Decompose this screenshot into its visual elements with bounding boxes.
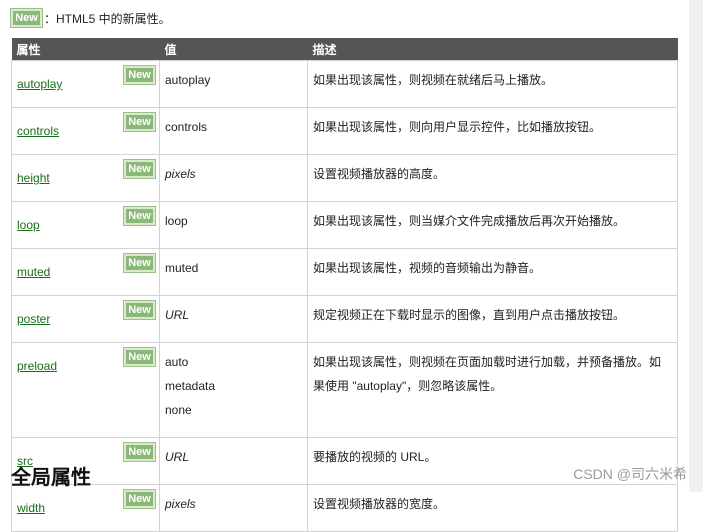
table-row: poster New URL 规定视频正在下载时显示的图像，直到用户点击播放按钮。 — [11, 295, 678, 343]
new-badge: New — [123, 206, 156, 226]
attribute-cell: muted New — [11, 248, 160, 296]
attribute-link-preload[interactable]: preload — [17, 359, 57, 373]
description-cell: 如果出现该属性，则向用户显示控件，比如播放按钮。 — [307, 107, 678, 155]
scrollbar-track[interactable] — [689, 0, 703, 492]
table-row: preload New auto metadata none 如果出现该属性，则视频在页面… — [11, 342, 678, 438]
table-row: controls New controls 如果出现该属性，则向用户显示控件，比如播放… — [11, 107, 678, 155]
description-text: 如果出现该属性，视频的音频输出为静音。 — [313, 261, 542, 275]
description-text: 如果出现该属性，则当媒介文件完成播放后再次开始播放。 — [313, 214, 626, 228]
attribute-link-controls[interactable]: controls — [17, 124, 59, 138]
page: { "legend": { "badge": "New", "text": "：… — [0, 0, 703, 532]
table-row: muted New muted 如果出现该属性，视频的音频输出为静音。 — [11, 248, 678, 296]
table-body: autoplay New autoplay 如果出现该属性，则视频在就绪后马上播放。 c… — [11, 60, 678, 532]
description-cell: 如果出现该属性，则视频在就绪后马上播放。 — [307, 60, 678, 108]
attribute-cell: preload New — [11, 342, 160, 438]
value-text: metadata — [165, 379, 216, 393]
description-text: 如果出现该属性，则向用户显示控件，比如播放按钮。 — [313, 120, 602, 134]
value-cell: autoplay — [159, 60, 308, 108]
new-badge: New — [123, 253, 156, 273]
value-text: controls — [165, 120, 208, 134]
value-cell: URL — [159, 295, 308, 343]
new-badge: New — [123, 347, 156, 367]
attribute-link-autoplay[interactable]: autoplay — [17, 77, 62, 91]
legend-text: ：HTML5 中的新属性。 — [44, 11, 171, 26]
description-cell: 如果出现该属性，视频的音频输出为静音。 — [307, 248, 678, 296]
attribute-cell: controls New — [11, 107, 160, 155]
attribute-link-loop[interactable]: loop — [17, 218, 40, 232]
header-value: 值 — [159, 38, 308, 61]
table-row: loop New loop 如果出现该属性，则当媒介文件完成播放后再次开始播放。 — [11, 201, 678, 249]
new-badge: New — [123, 112, 156, 132]
header-description: 描述 — [307, 38, 678, 61]
attribute-link-height[interactable]: height — [17, 171, 50, 185]
attribute-cell: height New — [11, 154, 160, 202]
value-cell: URL — [159, 437, 308, 485]
description-text: 如果出现该属性，则视频在就绪后马上播放。 — [313, 73, 554, 87]
attribute-link-muted[interactable]: muted — [17, 265, 50, 279]
attribute-link-width[interactable]: width — [17, 501, 45, 515]
description-cell: 设置视频播放器的高度。 — [307, 154, 678, 202]
new-badge: New — [123, 159, 156, 179]
table-row: height New pixels 设置视频播放器的高度。 — [11, 154, 678, 202]
value-text: auto — [165, 355, 189, 369]
value-cell: auto metadata none — [159, 342, 308, 438]
value-text: loop — [165, 214, 188, 228]
value-cell: controls — [159, 107, 308, 155]
section-heading: 全局属性 — [11, 467, 91, 489]
value-text: URL — [165, 308, 190, 322]
value-cell: loop — [159, 201, 308, 249]
table-header-row: 属性 值 描述 — [11, 38, 678, 61]
description-cell: 规定视频正在下载时显示的图像，直到用户点击播放按钮。 — [307, 295, 678, 343]
attribute-cell: autoplay New — [11, 60, 160, 108]
description-text: 设置视频播放器的宽度。 — [313, 497, 446, 511]
value-text: URL — [165, 450, 190, 464]
legend: New ：HTML5 中的新属性。 — [10, 8, 171, 28]
description-text: 要播放的视频的 URL。 — [313, 450, 437, 464]
description-cell: 如果出现该属性，则视频在页面加载时进行加载，并预备播放。如果使用 "autopl… — [307, 342, 678, 438]
value-text: none — [165, 403, 192, 417]
new-badge: New — [123, 300, 156, 320]
description-text: 规定视频正在下载时显示的图像，直到用户点击播放按钮。 — [313, 308, 626, 322]
attribute-link-poster[interactable]: poster — [17, 312, 50, 326]
value-cell: muted — [159, 248, 308, 296]
attribute-cell: loop New — [11, 201, 160, 249]
header-attribute: 属性 — [11, 38, 160, 61]
new-badge: New — [123, 65, 156, 85]
attribute-cell: poster New — [11, 295, 160, 343]
value-text: pixels — [165, 497, 196, 511]
watermark: CSDN @司六米希 — [573, 466, 687, 482]
table-row: autoplay New autoplay 如果出现该属性，则视频在就绪后马上播放。 — [11, 60, 678, 108]
description-text: 设置视频播放器的高度。 — [313, 167, 446, 181]
description-cell: 如果出现该属性，则当媒介文件完成播放后再次开始播放。 — [307, 201, 678, 249]
new-badge: New — [123, 489, 156, 509]
attribute-table: 属性 值 描述 autoplay New autoplay 如果出现该属性，则视频在就… — [11, 38, 678, 532]
description-text: 如果出现该属性，则视频在页面加载时进行加载，并预备播放。如果使用 "autopl… — [313, 355, 662, 393]
value-cell: pixels — [159, 154, 308, 202]
value-text: pixels — [165, 167, 196, 181]
value-text: autoplay — [165, 73, 211, 87]
new-badge: New — [123, 442, 156, 462]
new-badge: New — [10, 8, 43, 28]
value-text: muted — [165, 261, 199, 275]
